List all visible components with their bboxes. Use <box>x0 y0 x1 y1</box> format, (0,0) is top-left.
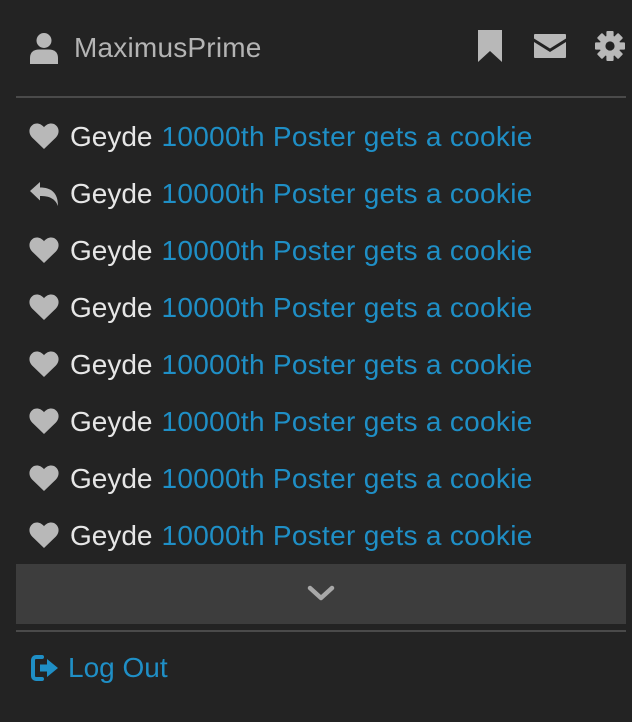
alert-item: Geyde 10000th Poster gets a cookie <box>16 507 626 564</box>
alert-username[interactable]: Geyde <box>70 178 153 210</box>
alert-thread-link[interactable]: 10000th Poster gets a cookie <box>162 406 533 438</box>
alert-thread-link[interactable]: 10000th Poster gets a cookie <box>162 235 533 267</box>
alert-username[interactable]: Geyde <box>70 463 153 495</box>
username: MaximusPrime <box>74 32 262 63</box>
chevron-down-icon <box>307 585 335 601</box>
settings-button[interactable] <box>594 30 626 62</box>
alert-thread-link[interactable]: 10000th Poster gets a cookie <box>162 520 533 552</box>
logout-label: Log Out <box>68 652 168 683</box>
reply-icon <box>28 178 60 210</box>
panel-header: MaximusPrime <box>16 0 626 98</box>
heart-icon <box>28 121 60 153</box>
alert-item: Geyde 10000th Poster gets a cookie <box>16 222 626 279</box>
envelope-icon <box>534 34 566 58</box>
alert-item: Geyde 10000th Poster gets a cookie <box>16 393 626 450</box>
bookmark-icon <box>478 30 502 62</box>
alert-username[interactable]: Geyde <box>70 235 153 267</box>
alert-username[interactable]: Geyde <box>70 121 153 153</box>
alert-username[interactable]: Geyde <box>70 349 153 381</box>
sign-out-icon <box>31 655 58 681</box>
alert-thread-link[interactable]: 10000th Poster gets a cookie <box>162 292 533 324</box>
alert-thread-link[interactable]: 10000th Poster gets a cookie <box>162 178 533 210</box>
alert-item: Geyde 10000th Poster gets a cookie <box>16 165 626 222</box>
alert-item: Geyde 10000th Poster gets a cookie <box>16 336 626 393</box>
user-icon <box>30 33 58 64</box>
alert-username[interactable]: Geyde <box>70 292 153 324</box>
divider <box>16 630 626 632</box>
heart-icon <box>28 349 60 381</box>
inbox-button[interactable] <box>534 30 566 62</box>
logout-link[interactable]: Log Out <box>30 648 168 688</box>
heart-icon <box>28 463 60 495</box>
user-profile-link[interactable]: MaximusPrime <box>30 28 262 68</box>
alert-item: Geyde 10000th Poster gets a cookie <box>16 450 626 507</box>
heart-icon <box>28 520 60 552</box>
header-actions <box>446 28 626 64</box>
gear-icon <box>595 31 625 61</box>
alert-thread-link[interactable]: 10000th Poster gets a cookie <box>162 121 533 153</box>
heart-icon <box>28 406 60 438</box>
alert-list: Geyde 10000th Poster gets a cookie Geyde 1… <box>16 108 626 564</box>
heart-icon <box>28 292 60 324</box>
user-panel: MaximusPrime Geyde 10000th Poster gets a… <box>0 0 632 722</box>
alert-username[interactable]: Geyde <box>70 406 153 438</box>
heart-icon <box>28 235 60 267</box>
show-more-button[interactable] <box>16 564 626 624</box>
alert-item: Geyde 10000th Poster gets a cookie <box>16 108 626 165</box>
alert-item: Geyde 10000th Poster gets a cookie <box>16 279 626 336</box>
alert-username[interactable]: Geyde <box>70 520 153 552</box>
alert-thread-link[interactable]: 10000th Poster gets a cookie <box>162 349 533 381</box>
alert-thread-link[interactable]: 10000th Poster gets a cookie <box>162 463 533 495</box>
bookmarks-button[interactable] <box>474 30 506 62</box>
